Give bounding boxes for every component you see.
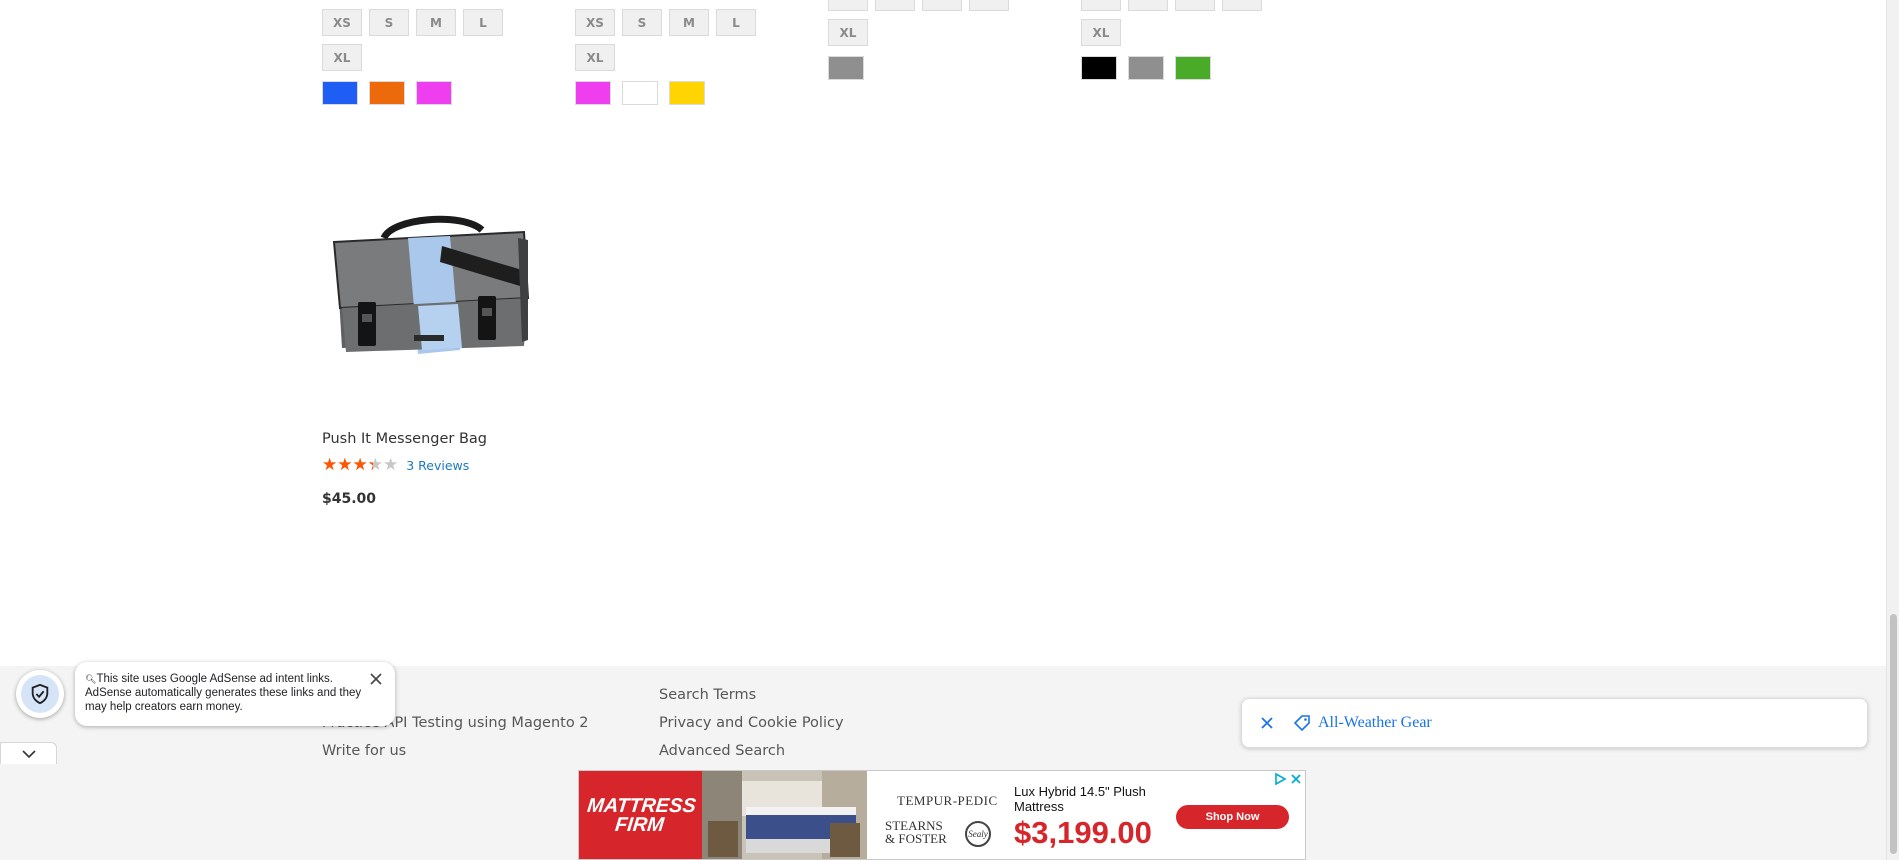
ad-brand-text: MATTRESS FIRM	[586, 795, 697, 836]
adsense-shield-button[interactable]	[16, 670, 64, 718]
size-option-cut[interactable]	[875, 0, 915, 11]
size-option-cut[interactable]	[1128, 0, 1168, 11]
product-swatches-1: XS S M L XL	[322, 9, 562, 105]
size-option-cut[interactable]	[969, 0, 1009, 11]
color-swatch-gray[interactable]	[828, 56, 864, 80]
rating-stars: ★★★★★ ★★★★★	[322, 455, 399, 475]
product-card: Push It Messenger Bag ★★★★★ ★★★★★ 3 Revi…	[322, 190, 542, 507]
size-option-xs[interactable]: XS	[322, 9, 362, 36]
product-name-link[interactable]: Push It Messenger Bag	[322, 431, 542, 447]
size-option-xl[interactable]: XL	[828, 19, 868, 46]
ad-headline: Lux Hybrid 14.5" Plush Mattress	[1014, 784, 1146, 814]
product-swatches-2: XS S M L XL	[575, 9, 815, 105]
bottom-banner-ad[interactable]: MATTRESS FIRM TEMPUR-PEDIC STEARNS & FOS…	[578, 770, 1306, 860]
tag-icon	[1293, 715, 1310, 732]
ad-price: $3,199.00	[1014, 815, 1152, 850]
adsense-notice: 🔍︎This site uses Google AdSense ad inten…	[75, 662, 395, 726]
color-swatch-blue[interactable]	[322, 81, 358, 105]
footer-link-write-for-us[interactable]: Write for us	[322, 742, 589, 770]
product-swatches-3: XL	[828, 0, 1068, 80]
related-search-pill[interactable]: All-Weather Gear	[1241, 698, 1868, 748]
size-option-s[interactable]: S	[622, 9, 662, 36]
size-option-cut[interactable]	[1222, 0, 1262, 11]
mattress-firm-logo: MATTRESS FIRM	[579, 771, 702, 859]
sealy-logo: Sealy	[965, 821, 991, 847]
related-search-label[interactable]: All-Weather Gear	[1318, 714, 1432, 732]
stearns-foster-logo: STEARNS & FOSTER	[885, 818, 947, 846]
size-option-cut[interactable]	[922, 0, 962, 11]
footer-link-privacy-policy[interactable]: Privacy and Cookie Policy	[659, 714, 844, 742]
size-option-cut[interactable]	[1175, 0, 1215, 11]
vertical-scrollbar[interactable]	[1886, 0, 1899, 860]
page: XS S M L XL XS S M L XL XL XL Push It Me…	[0, 0, 1899, 860]
size-option-cut[interactable]	[828, 0, 868, 11]
tempur-pedic-logo: TEMPUR-PEDIC	[897, 793, 998, 808]
size-option-xl[interactable]: XL	[1081, 19, 1121, 46]
bedroom-photo-image	[702, 771, 867, 859]
color-swatch-green[interactable]	[1175, 56, 1211, 80]
footer-link-search-terms[interactable]: Search Terms	[659, 686, 844, 714]
ad-choices-icon[interactable]	[1273, 772, 1287, 786]
shield-check-icon	[31, 683, 49, 705]
ad-brand-logos: TEMPUR-PEDIC STEARNS & FOSTER Sealy	[879, 779, 999, 857]
size-option-cut[interactable]	[1081, 0, 1121, 11]
reviews-link[interactable]: 3 Reviews	[406, 458, 469, 473]
footer-link-advanced-search[interactable]: Advanced Search	[659, 742, 844, 770]
size-option-xs[interactable]: XS	[575, 9, 615, 36]
adsense-notice-text: This site uses Google AdSense ad intent …	[85, 673, 362, 713]
size-option-xl[interactable]: XL	[575, 44, 615, 71]
size-option-m[interactable]: M	[416, 9, 456, 36]
size-option-l[interactable]: L	[716, 9, 756, 36]
size-option-l[interactable]: L	[463, 9, 503, 36]
size-option-xl[interactable]: XL	[322, 44, 362, 71]
close-icon[interactable]	[1258, 714, 1276, 732]
color-swatch-gray[interactable]	[1128, 56, 1164, 80]
product-price: $45.00	[322, 491, 377, 507]
color-swatch-pink[interactable]	[575, 81, 611, 105]
product-swatches-4: XL	[1081, 0, 1321, 80]
size-option-s[interactable]: S	[369, 9, 409, 36]
magnifier-icon: 🔍︎	[85, 674, 97, 684]
color-swatch-black[interactable]	[1081, 56, 1117, 80]
color-swatch-pink[interactable]	[416, 81, 452, 105]
size-option-m[interactable]: M	[669, 9, 709, 36]
close-icon[interactable]	[369, 672, 383, 686]
color-swatch-orange[interactable]	[369, 81, 405, 105]
collapse-ad-tab[interactable]	[0, 742, 57, 764]
footer-column-2: Search Terms Privacy and Cookie Policy A…	[659, 686, 844, 770]
shop-now-button[interactable]: Shop Now	[1176, 805, 1289, 829]
chevron-down-icon	[21, 749, 36, 758]
color-swatch-white[interactable]	[622, 81, 658, 105]
scrollbar-thumb[interactable]	[1890, 614, 1897, 854]
close-icon[interactable]	[1289, 772, 1303, 786]
color-swatch-yellow[interactable]	[669, 81, 705, 105]
rating-row: ★★★★★ ★★★★★ 3 Reviews	[322, 457, 542, 474]
messenger-bag-image[interactable]	[322, 190, 542, 410]
